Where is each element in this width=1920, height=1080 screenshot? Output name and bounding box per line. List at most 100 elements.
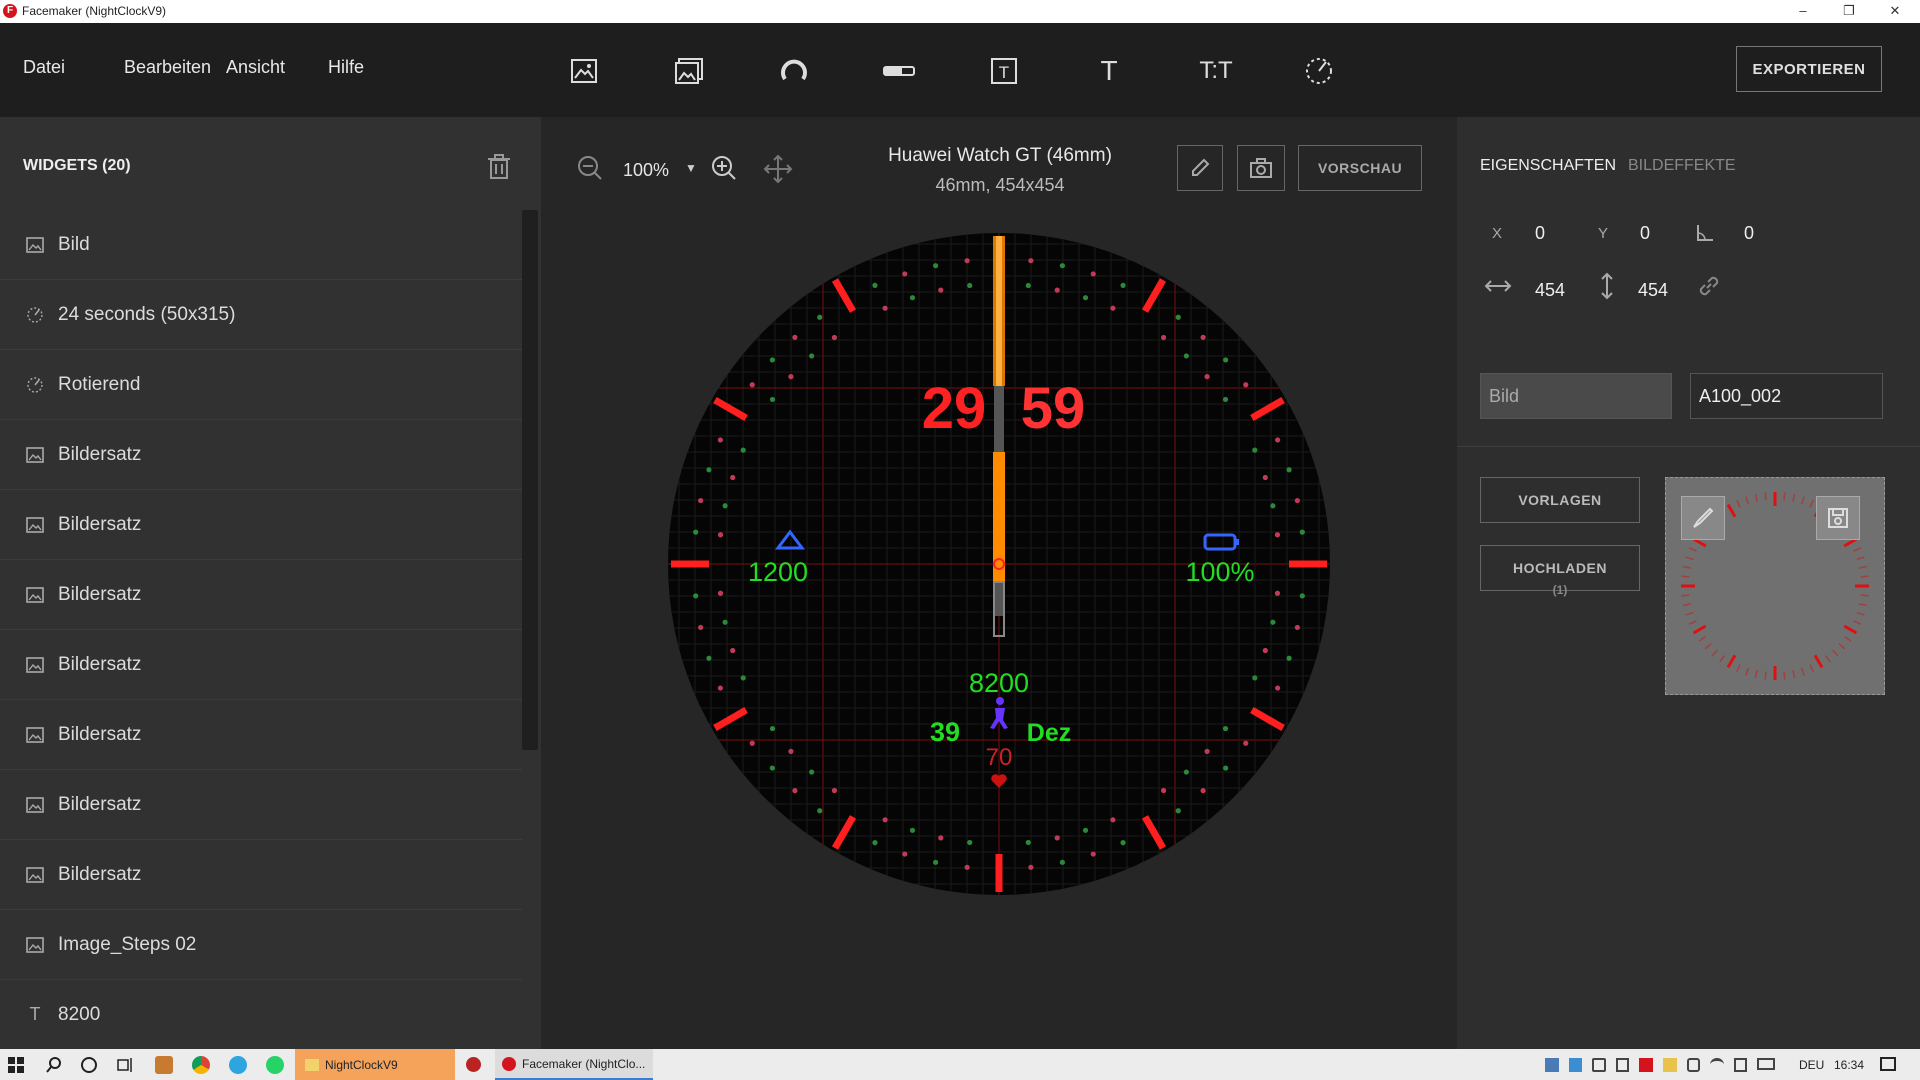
preview-tick bbox=[1843, 537, 1858, 548]
zoom-in-icon[interactable] bbox=[711, 155, 737, 186]
save-image-icon[interactable] bbox=[1816, 496, 1860, 540]
wifi-icon[interactable] bbox=[1710, 1058, 1724, 1072]
tray-icon-yellow[interactable] bbox=[1662, 1058, 1677, 1072]
camera-icon[interactable] bbox=[1237, 145, 1285, 191]
x-value[interactable]: 0 bbox=[1535, 223, 1545, 244]
properties-panel: EIGENSCHAFTEN BILDEFFEKTE X 0 Y 0 0 454 … bbox=[1457, 117, 1920, 1049]
tray-icon-2[interactable] bbox=[1568, 1058, 1583, 1072]
speaker-icon[interactable] bbox=[1592, 1058, 1606, 1072]
watch-face[interactable]: 29 59 1200 100% 8200 39 Dez 70 bbox=[667, 232, 1331, 896]
minute-dot bbox=[938, 835, 944, 841]
rotation-value[interactable]: 0 bbox=[1744, 223, 1754, 244]
restore-button[interactable]: ❐ bbox=[1826, 0, 1872, 23]
taskbar-item-facemaker[interactable]: Facemaker (NightClo... bbox=[495, 1049, 653, 1080]
tray-icon-red[interactable] bbox=[1639, 1058, 1653, 1072]
app-icon-1[interactable] bbox=[155, 1056, 173, 1074]
widget-list-item[interactable]: Bildersatz bbox=[0, 770, 522, 840]
minimize-button[interactable]: – bbox=[1780, 0, 1826, 23]
zoom-level[interactable]: 100% bbox=[623, 160, 669, 181]
add-rotating-icon[interactable] bbox=[1297, 49, 1341, 93]
brush-edit-icon[interactable] bbox=[1681, 496, 1725, 540]
widget-list-item-label: Bildersatz bbox=[58, 653, 142, 675]
minute-dot bbox=[902, 851, 908, 857]
widget-list-item[interactable]: Bildersatz bbox=[0, 560, 522, 630]
tray-icon-1[interactable] bbox=[1545, 1058, 1559, 1072]
divider bbox=[1457, 446, 1920, 447]
tab-image-effects[interactable]: BILDEFFEKTE bbox=[1628, 157, 1736, 175]
battery-tray-icon[interactable] bbox=[1686, 1058, 1701, 1072]
add-image-set-icon[interactable] bbox=[667, 49, 711, 93]
zoom-out-icon[interactable] bbox=[577, 155, 603, 186]
trash-icon[interactable] bbox=[484, 152, 514, 182]
width-arrow-icon bbox=[1484, 279, 1512, 298]
add-text-icon[interactable]: T bbox=[1087, 49, 1131, 93]
minute-dot bbox=[1252, 675, 1258, 681]
widget-list-item[interactable]: Bildersatz bbox=[0, 490, 522, 560]
widget-list-item[interactable]: Bild bbox=[0, 210, 522, 280]
whatsapp-icon[interactable] bbox=[266, 1056, 284, 1074]
search-icon[interactable] bbox=[45, 1056, 63, 1077]
widget-list-scrollbar[interactable] bbox=[522, 210, 538, 750]
widget-list-item[interactable]: Rotierend bbox=[0, 350, 522, 420]
image-preview[interactable] bbox=[1665, 477, 1885, 695]
image-icon bbox=[25, 655, 45, 675]
widget-list-item[interactable]: Bildersatz bbox=[0, 420, 522, 490]
width-value[interactable]: 454 bbox=[1535, 280, 1565, 301]
preview-tick bbox=[1726, 503, 1737, 518]
zoom-dropdown-icon[interactable]: ▼ bbox=[685, 161, 697, 175]
minute-dot bbox=[693, 529, 699, 535]
language-indicator[interactable]: DEU bbox=[1799, 1058, 1824, 1072]
preview-button[interactable]: VORSCHAU bbox=[1298, 145, 1422, 191]
preview-tick bbox=[1711, 649, 1719, 657]
taskbar-item-nightclock[interactable]: NightClockV9 bbox=[295, 1049, 455, 1080]
menu-file[interactable]: Datei bbox=[23, 57, 65, 78]
notifications-icon[interactable] bbox=[1880, 1057, 1896, 1071]
add-text-box-icon[interactable]: T bbox=[982, 49, 1026, 93]
chrome-icon[interactable] bbox=[192, 1056, 210, 1074]
minute-dot bbox=[1183, 353, 1189, 359]
link-icon[interactable] bbox=[1695, 272, 1723, 305]
image-name-field[interactable]: A100_002 bbox=[1690, 373, 1883, 419]
tab-properties[interactable]: EIGENSCHAFTEN bbox=[1480, 157, 1616, 175]
clock[interactable]: 16:34 bbox=[1834, 1058, 1864, 1072]
telegram-icon[interactable] bbox=[229, 1056, 247, 1074]
menu-edit[interactable]: Bearbeiten bbox=[124, 57, 211, 78]
widget-list-item[interactable]: Bildersatz bbox=[0, 840, 522, 910]
minute-dot bbox=[1274, 590, 1281, 596]
export-button[interactable]: EXPORTIEREN bbox=[1736, 46, 1882, 92]
preview-tick bbox=[1764, 492, 1767, 501]
y-value[interactable]: 0 bbox=[1640, 223, 1650, 244]
windows-start-icon[interactable] bbox=[8, 1057, 24, 1076]
preview-tick bbox=[1745, 667, 1750, 676]
keyboard-icon[interactable] bbox=[1757, 1058, 1775, 1070]
task-view-icon[interactable] bbox=[117, 1057, 135, 1076]
taskbar-item-facemaker-label: Facemaker (NightClo... bbox=[522, 1056, 646, 1071]
shield-icon[interactable] bbox=[1615, 1058, 1630, 1072]
watch-minutes: 59 bbox=[1021, 376, 1086, 441]
widget-list-item[interactable]: Bildersatz bbox=[0, 630, 522, 700]
add-bar-icon[interactable] bbox=[877, 49, 921, 93]
widget-list-item[interactable]: Bildersatz bbox=[0, 700, 522, 770]
menu-view[interactable]: Ansicht bbox=[226, 57, 285, 78]
edit-pencil-icon[interactable] bbox=[1177, 145, 1223, 191]
widget-list-item[interactable]: T 8200 bbox=[0, 980, 522, 1050]
minute-dot bbox=[740, 675, 746, 681]
volume-icon[interactable] bbox=[1733, 1058, 1748, 1072]
height-value[interactable]: 454 bbox=[1638, 280, 1668, 301]
minute-dot bbox=[872, 282, 878, 288]
cortana-icon[interactable] bbox=[81, 1057, 97, 1073]
close-button[interactable]: ✕ bbox=[1872, 0, 1918, 23]
menu-help[interactable]: Hilfe bbox=[328, 57, 364, 78]
add-image-icon[interactable] bbox=[562, 49, 606, 93]
image-icon bbox=[25, 795, 45, 815]
app-icon-red[interactable] bbox=[466, 1057, 481, 1072]
preview-tick bbox=[1858, 603, 1868, 607]
add-time-text-icon[interactable]: T:T bbox=[1192, 49, 1240, 93]
add-progress-icon[interactable] bbox=[772, 49, 816, 93]
templates-button[interactable]: VORLAGEN bbox=[1480, 477, 1640, 523]
watch-steps: 8200 bbox=[969, 668, 1029, 698]
image-icon bbox=[25, 235, 45, 255]
widget-list-item[interactable]: 24 seconds (50x315) bbox=[0, 280, 522, 350]
widget-list-item[interactable]: Image_Steps 02 bbox=[0, 910, 522, 980]
widget-list-item-label: 8200 bbox=[58, 1003, 101, 1025]
